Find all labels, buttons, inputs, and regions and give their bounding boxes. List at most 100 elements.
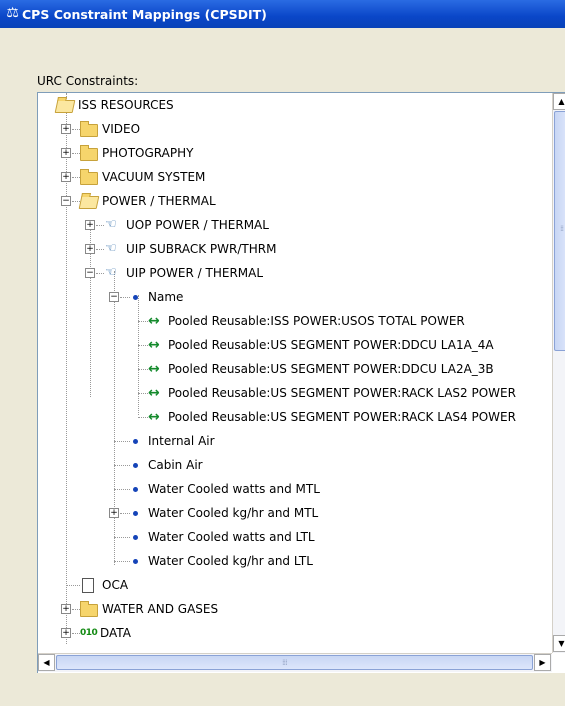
collapse-toggle-icon[interactable]: − xyxy=(109,292,119,302)
tree-node-label: UOP POWER / THERMAL xyxy=(126,218,269,232)
scroll-down-button[interactable]: ▼ xyxy=(553,635,565,652)
resource-hand-icon: ☜ xyxy=(105,217,117,232)
open-folder-icon xyxy=(78,196,100,209)
tree-node-label: Pooled Reusable:ISS POWER:USOS TOTAL POW… xyxy=(168,314,465,328)
expand-toggle-icon[interactable]: + xyxy=(85,244,95,254)
tree-node-cabin-air[interactable]: Cabin Air xyxy=(38,453,552,477)
tree-node-oca[interactable]: OCA xyxy=(38,573,552,597)
tree-node-label: POWER / THERMAL xyxy=(102,194,216,208)
tree-node-photography[interactable]: + PHOTOGRAPHY xyxy=(38,141,552,165)
tree-line xyxy=(114,537,130,538)
folder-icon xyxy=(80,145,98,161)
tree-line xyxy=(72,633,80,634)
tree-node-wc-kg-ltl[interactable]: Water Cooled kg/hr and LTL xyxy=(38,549,552,573)
tree-node-label: Water Cooled watts and LTL xyxy=(148,530,315,544)
link-arrow-icon: ↔ xyxy=(148,361,160,377)
tree-node-water-and-gases[interactable]: + WATER AND GASES xyxy=(38,597,552,621)
tree-node-label: VACUUM SYSTEM xyxy=(102,170,206,184)
tree-node-pooled-reusable[interactable]: ↔ Pooled Reusable:US SEGMENT POWER:RACK … xyxy=(38,381,552,405)
link-arrow-icon: ↔ xyxy=(148,409,160,425)
open-folder-icon xyxy=(54,100,76,113)
tree-line xyxy=(96,249,104,250)
window-title: CPS Constraint Mappings (CPSDIT) xyxy=(22,7,267,22)
collapse-toggle-icon[interactable]: − xyxy=(61,196,71,206)
tree-node-label: Name xyxy=(148,290,184,304)
document-icon xyxy=(82,578,94,593)
tree-node-label: ISS RESOURCES xyxy=(78,98,174,112)
tree-node-wc-kg-mtl[interactable]: + Water Cooled kg/hr and MTL xyxy=(38,501,552,525)
tree-node-label: Water Cooled watts and MTL xyxy=(148,482,320,496)
tree-line xyxy=(96,273,104,274)
expand-toggle-icon[interactable]: + xyxy=(61,124,71,134)
scroll-left-button[interactable]: ◀ xyxy=(38,654,55,671)
tree-node-power-thermal[interactable]: − POWER / THERMAL xyxy=(38,189,552,213)
tree-line xyxy=(72,177,80,178)
tree-node-internal-air[interactable]: Internal Air xyxy=(38,429,552,453)
tree-node-uip-power-thermal[interactable]: − ☜ UIP POWER / THERMAL xyxy=(38,261,552,285)
expand-toggle-icon[interactable]: + xyxy=(61,148,71,158)
binary-data-icon: 010 xyxy=(80,628,98,638)
tree-node-label: DATA xyxy=(100,626,131,640)
tree-node-name[interactable]: − Name xyxy=(38,285,552,309)
tree-line xyxy=(66,585,80,586)
tree-node-video[interactable]: + VIDEO xyxy=(38,117,552,141)
scroll-up-button[interactable]: ▲ xyxy=(553,93,565,110)
tree-node-wc-watts-mtl[interactable]: Water Cooled watts and MTL xyxy=(38,477,552,501)
node-dot-icon xyxy=(133,439,138,444)
vertical-scrollbar[interactable]: ▲ ⁞⁞ ▼ xyxy=(552,93,565,653)
tree-line xyxy=(72,153,80,154)
tree-node-label: WATER AND GASES xyxy=(102,602,219,616)
window-title-bar[interactable]: ⚖ CPS Constraint Mappings (CPSDIT) xyxy=(0,0,565,28)
tree-line xyxy=(114,561,130,562)
node-dot-icon xyxy=(133,559,138,564)
node-dot-icon xyxy=(133,535,138,540)
tree-node-uip-subrack[interactable]: + ☜ UIP SUBRACK PWR/THRM xyxy=(38,237,552,261)
expand-toggle-icon[interactable]: + xyxy=(109,508,119,518)
grip-icon: ⁞⁞⁞ xyxy=(282,658,288,667)
tree-line xyxy=(138,417,148,418)
node-dot-icon xyxy=(133,463,138,468)
node-dot-icon xyxy=(133,295,138,300)
tree-node-vacuum-system[interactable]: + VACUUM SYSTEM xyxy=(38,165,552,189)
collapse-toggle-icon[interactable]: − xyxy=(85,268,95,278)
tree-node-wc-watts-ltl[interactable]: Water Cooled watts and LTL xyxy=(38,525,552,549)
tree-node-label: Pooled Reusable:US SEGMENT POWER:DDCU LA… xyxy=(168,362,494,376)
tree-line xyxy=(120,297,130,298)
tree-node-label: Pooled Reusable:US SEGMENT POWER:DDCU LA… xyxy=(168,338,494,352)
grip-icon: ⁞⁞ xyxy=(560,224,564,233)
tree-line xyxy=(96,225,104,226)
tree-node-pooled-reusable[interactable]: ↔ Pooled Reusable:US SEGMENT POWER:DDCU … xyxy=(38,357,552,381)
tree-node-pooled-reusable[interactable]: ↔ Pooled Reusable:US SEGMENT POWER:RACK … xyxy=(38,405,552,429)
tree-node-pooled-reusable[interactable]: ↔ Pooled Reusable:ISS POWER:USOS TOTAL P… xyxy=(38,309,552,333)
node-dot-icon xyxy=(133,511,138,516)
folder-icon xyxy=(80,169,98,185)
horizontal-scrollbar[interactable]: ◀ ⁞⁞⁞ ▶ xyxy=(38,653,552,672)
tree-node-pooled-reusable[interactable]: ↔ Pooled Reusable:US SEGMENT POWER:DDCU … xyxy=(38,333,552,357)
vertical-scroll-thumb[interactable]: ⁞⁞ xyxy=(554,111,565,351)
expand-toggle-icon[interactable]: + xyxy=(85,220,95,230)
expand-toggle-icon[interactable]: + xyxy=(61,604,71,614)
urc-constraints-tree[interactable]: ISS RESOURCES + VIDEO + PHOTOGRAPHY + VA… xyxy=(37,92,565,673)
resource-hand-icon: ☜ xyxy=(105,265,117,280)
scroll-right-button[interactable]: ▶ xyxy=(534,654,551,671)
resource-hand-icon: ☜ xyxy=(105,241,117,256)
link-arrow-icon: ↔ xyxy=(148,337,160,353)
tree-line xyxy=(72,609,80,610)
expand-toggle-icon[interactable]: + xyxy=(61,628,71,638)
tree-node-uop-power-thermal[interactable]: + ☜ UOP POWER / THERMAL xyxy=(38,213,552,237)
tree-line xyxy=(138,369,148,370)
horizontal-scroll-thumb[interactable]: ⁞⁞⁞ xyxy=(56,655,533,670)
expand-toggle-icon[interactable]: + xyxy=(61,172,71,182)
tree-viewport: ISS RESOURCES + VIDEO + PHOTOGRAPHY + VA… xyxy=(38,93,552,653)
tree-node-iss-resources[interactable]: ISS RESOURCES xyxy=(38,93,552,117)
tree-node-label: Pooled Reusable:US SEGMENT POWER:RACK LA… xyxy=(168,410,516,424)
tree-node-label: Pooled Reusable:US SEGMENT POWER:RACK LA… xyxy=(168,386,516,400)
tree-node-data[interactable]: + 010 DATA xyxy=(38,621,552,645)
tree-line xyxy=(72,201,80,202)
constraint-app-icon: ⚖ xyxy=(6,5,19,21)
tree-node-label: Water Cooled kg/hr and MTL xyxy=(148,506,319,520)
folder-icon xyxy=(80,121,98,137)
tree-line xyxy=(114,441,130,442)
node-dot-icon xyxy=(133,487,138,492)
tree-line xyxy=(138,345,148,346)
